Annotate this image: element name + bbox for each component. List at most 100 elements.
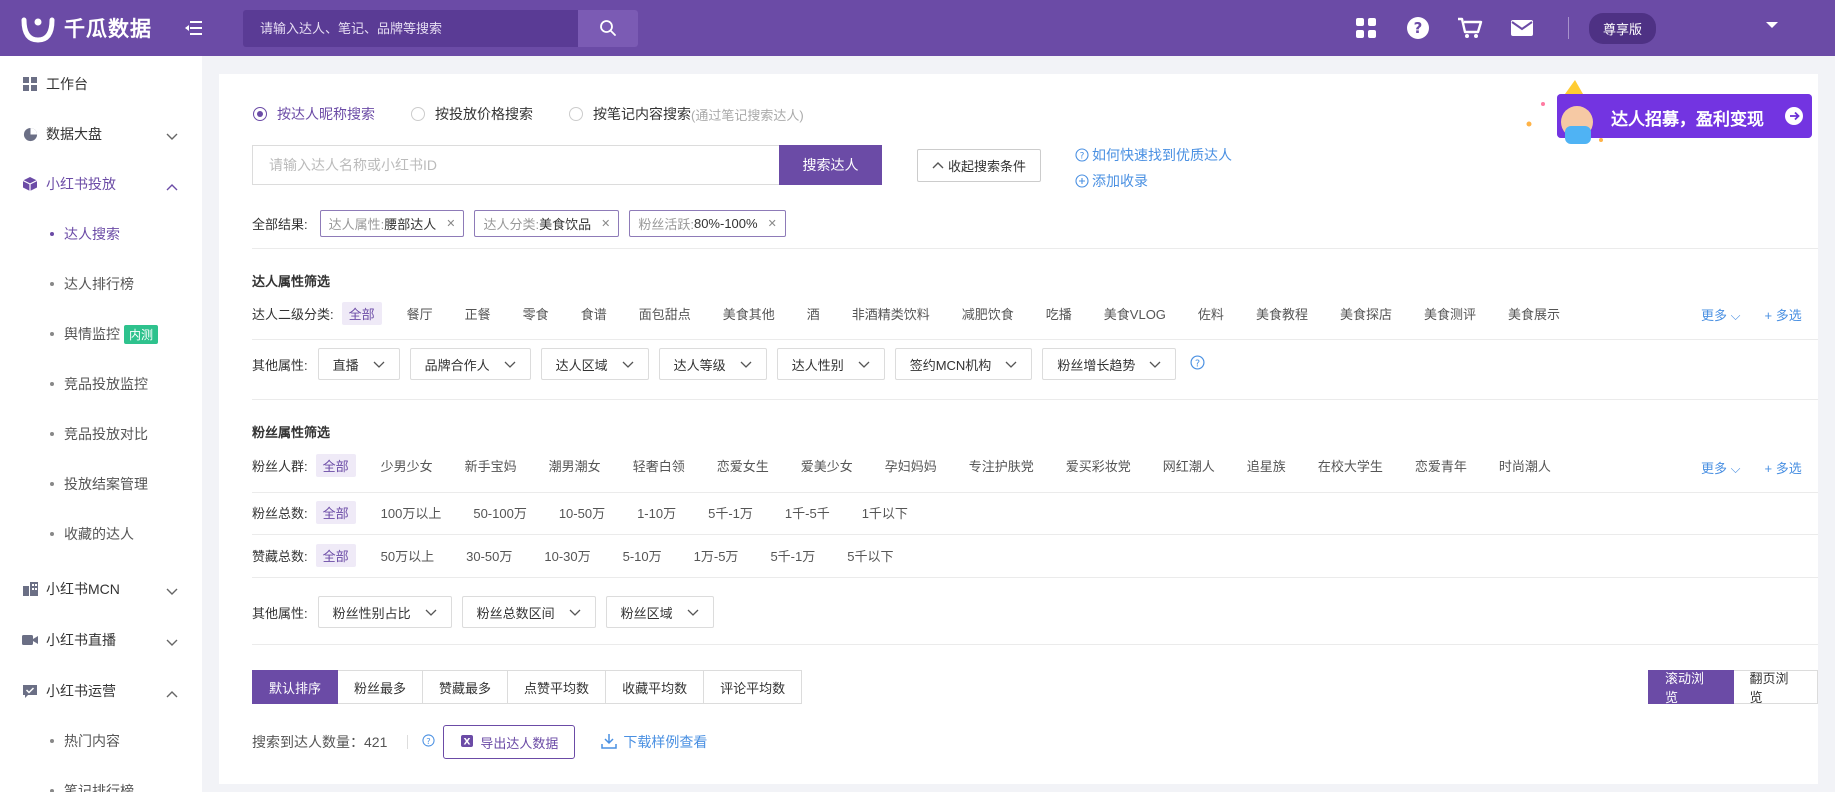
filter-option[interactable]: 1万-5万	[687, 544, 746, 567]
filter-option[interactable]: 美食其他	[716, 302, 782, 325]
filter-option[interactable]: 100万以上	[374, 501, 449, 524]
filter-option[interactable]: 全部	[341, 302, 382, 325]
filter-option[interactable]: 佐料	[1191, 302, 1231, 325]
close-icon[interactable]: ✕	[601, 217, 610, 230]
filter-option[interactable]: 网红潮人	[1156, 454, 1222, 477]
sort-default-button[interactable]: 默认排序	[252, 670, 339, 704]
filter-option[interactable]: 追星族	[1240, 454, 1293, 477]
filter-tag[interactable]: 达人属性: 腰部达人 ✕	[319, 210, 465, 237]
filter-option[interactable]: 1千-5千	[778, 501, 837, 524]
mail-icon[interactable]	[1496, 0, 1548, 56]
filter-option[interactable]: 专注护肤党	[962, 454, 1041, 477]
sidebar-item-kol-ranking[interactable]: 达人排行榜	[0, 264, 202, 304]
filter-option[interactable]: 减肥饮食	[955, 302, 1021, 325]
filter-option[interactable]: 美食展示	[1501, 302, 1567, 325]
dropdown-fan-total-range[interactable]: 粉丝总数区间	[461, 596, 596, 628]
apps-icon[interactable]	[1340, 0, 1392, 56]
menu-toggle-icon[interactable]	[180, 14, 208, 42]
kol-search-input[interactable]	[252, 145, 779, 185]
filter-option[interactable]: 5千-1万	[701, 501, 760, 524]
global-search-input[interactable]	[243, 9, 578, 47]
dropdown-region[interactable]: 达人区域	[540, 348, 649, 380]
filter-tag[interactable]: 粉丝活跃: 80%-100% ✕	[629, 210, 786, 237]
account-dropdown-icon[interactable]	[1765, 18, 1779, 33]
collapse-conditions-button[interactable]: 收起搜索条件	[917, 148, 1042, 182]
filter-option[interactable]: 美食教程	[1249, 302, 1315, 325]
sort-fans-button[interactable]: 粉丝最多	[338, 670, 424, 704]
dropdown-fan-region[interactable]: 粉丝区域	[605, 596, 714, 628]
filter-option[interactable]: 恋爱青年	[1408, 454, 1474, 477]
search-kol-button[interactable]: 搜索达人	[779, 145, 882, 185]
search-icon[interactable]	[578, 9, 638, 47]
add-record-link[interactable]: 添加收录	[1075, 168, 1232, 194]
filter-option[interactable]: 5-10万	[616, 544, 669, 567]
logo[interactable]: 千瓜数据	[0, 10, 180, 46]
filter-option[interactable]: 时尚潮人	[1492, 454, 1558, 477]
filter-option[interactable]: 吃播	[1039, 302, 1079, 325]
filter-option[interactable]: 5千-1万	[763, 544, 822, 567]
radio-by-note[interactable]: 按笔记内容搜索 (通过笔记搜索达人)	[569, 104, 804, 124]
more-link[interactable]: 更多 ⌵	[1677, 305, 1740, 324]
filter-option[interactable]: 在校大学生	[1311, 454, 1390, 477]
filter-option[interactable]: 轻奢白领	[626, 454, 692, 477]
filter-option[interactable]: 50万以上	[374, 544, 441, 567]
dropdown-fan-gender[interactable]: 粉丝性别占比	[317, 596, 452, 628]
sidebar-item-sentiment[interactable]: 舆情监控 内测	[0, 314, 202, 354]
sidebar-item-xhs-ads[interactable]: 小红书投放	[0, 164, 202, 204]
download-sample-link[interactable]: 下载样例查看	[601, 732, 707, 752]
sort-avg-comments-button[interactable]: 评论平均数	[704, 670, 803, 704]
export-kol-button[interactable]: X 导出达人数据	[443, 725, 576, 759]
close-icon[interactable]: ✕	[768, 217, 777, 230]
filter-option[interactable]: 美食VLOG	[1097, 302, 1173, 325]
filter-option[interactable]: 10-50万	[552, 501, 612, 524]
filter-option[interactable]: 新手宝妈	[458, 454, 524, 477]
dropdown-fan-growth[interactable]: 粉丝增长趋势	[1042, 348, 1177, 380]
filter-option[interactable]: 恋爱女生	[710, 454, 776, 477]
multi-select-link[interactable]: + 多选	[1764, 458, 1801, 477]
sidebar-item-campaign-report[interactable]: 投放结案管理	[0, 464, 202, 504]
multi-select-link[interactable]: + 多选	[1764, 305, 1801, 324]
radio-by-nickname[interactable]: 按达人昵称搜索	[253, 104, 375, 124]
filter-option[interactable]: 全部	[315, 544, 356, 567]
page-view-button[interactable]: 翻页浏览	[1733, 670, 1818, 705]
filter-option[interactable]: 50-100万	[466, 501, 533, 524]
sidebar-item-favorites[interactable]: 收藏的达人	[0, 514, 202, 554]
sidebar-item-operations[interactable]: 小红书运营	[0, 671, 202, 711]
dropdown-mcn[interactable]: 签约MCN机构	[894, 348, 1033, 380]
filter-option[interactable]: 30-50万	[459, 544, 519, 567]
filter-option[interactable]: 爱买彩妆党	[1059, 454, 1138, 477]
filter-option[interactable]: 孕妇妈妈	[878, 454, 944, 477]
sidebar-item-hot-content[interactable]: 热门内容	[0, 721, 202, 761]
scroll-view-button[interactable]: 滚动浏览	[1648, 670, 1734, 705]
dropdown-brand-partner[interactable]: 品牌合作人	[409, 348, 531, 380]
filter-option[interactable]: 1-10万	[630, 501, 683, 524]
sidebar-item-workbench[interactable]: 工作台	[0, 64, 202, 104]
help-find-kol-link[interactable]: ? 如何快速找到优质达人	[1075, 142, 1232, 168]
dropdown-gender[interactable]: 达人性别	[776, 348, 885, 380]
filter-option[interactable]: 零食	[516, 302, 556, 325]
radio-by-price[interactable]: 按投放价格搜索	[411, 104, 533, 124]
filter-option[interactable]: 全部	[315, 454, 356, 477]
sidebar-item-mcn[interactable]: 小红书MCN	[0, 569, 202, 609]
help-icon[interactable]: ?	[1392, 0, 1444, 56]
sort-avg-likes-button[interactable]: 点赞平均数	[508, 670, 607, 704]
filter-option[interactable]: 酒	[800, 302, 827, 325]
dropdown-level[interactable]: 达人等级	[658, 348, 767, 380]
filter-option[interactable]: 爱美少女	[794, 454, 860, 477]
sort-avg-collects-button[interactable]: 收藏平均数	[606, 670, 705, 704]
cart-icon[interactable]	[1444, 0, 1496, 56]
question-circle-icon[interactable]: ?	[1190, 355, 1205, 373]
filter-option[interactable]: 5千以下	[840, 544, 900, 567]
filter-option[interactable]: 美食测评	[1417, 302, 1483, 325]
plan-badge[interactable]: 尊享版	[1589, 12, 1657, 44]
filter-option[interactable]: 面包甜点	[632, 302, 698, 325]
filter-option[interactable]: 美食探店	[1333, 302, 1399, 325]
question-circle-icon[interactable]: ?	[422, 734, 435, 750]
sidebar-item-kol-search[interactable]: 达人搜索	[0, 214, 202, 254]
filter-option[interactable]: 餐厅	[400, 302, 440, 325]
more-link[interactable]: 更多 ⌵	[1677, 458, 1740, 477]
close-icon[interactable]: ✕	[446, 217, 455, 230]
sidebar-item-competitor-compare[interactable]: 竞品投放对比	[0, 414, 202, 454]
dropdown-live[interactable]: 直播	[317, 348, 400, 380]
sidebar-item-note-ranking[interactable]: 笔记排行榜	[0, 771, 202, 792]
